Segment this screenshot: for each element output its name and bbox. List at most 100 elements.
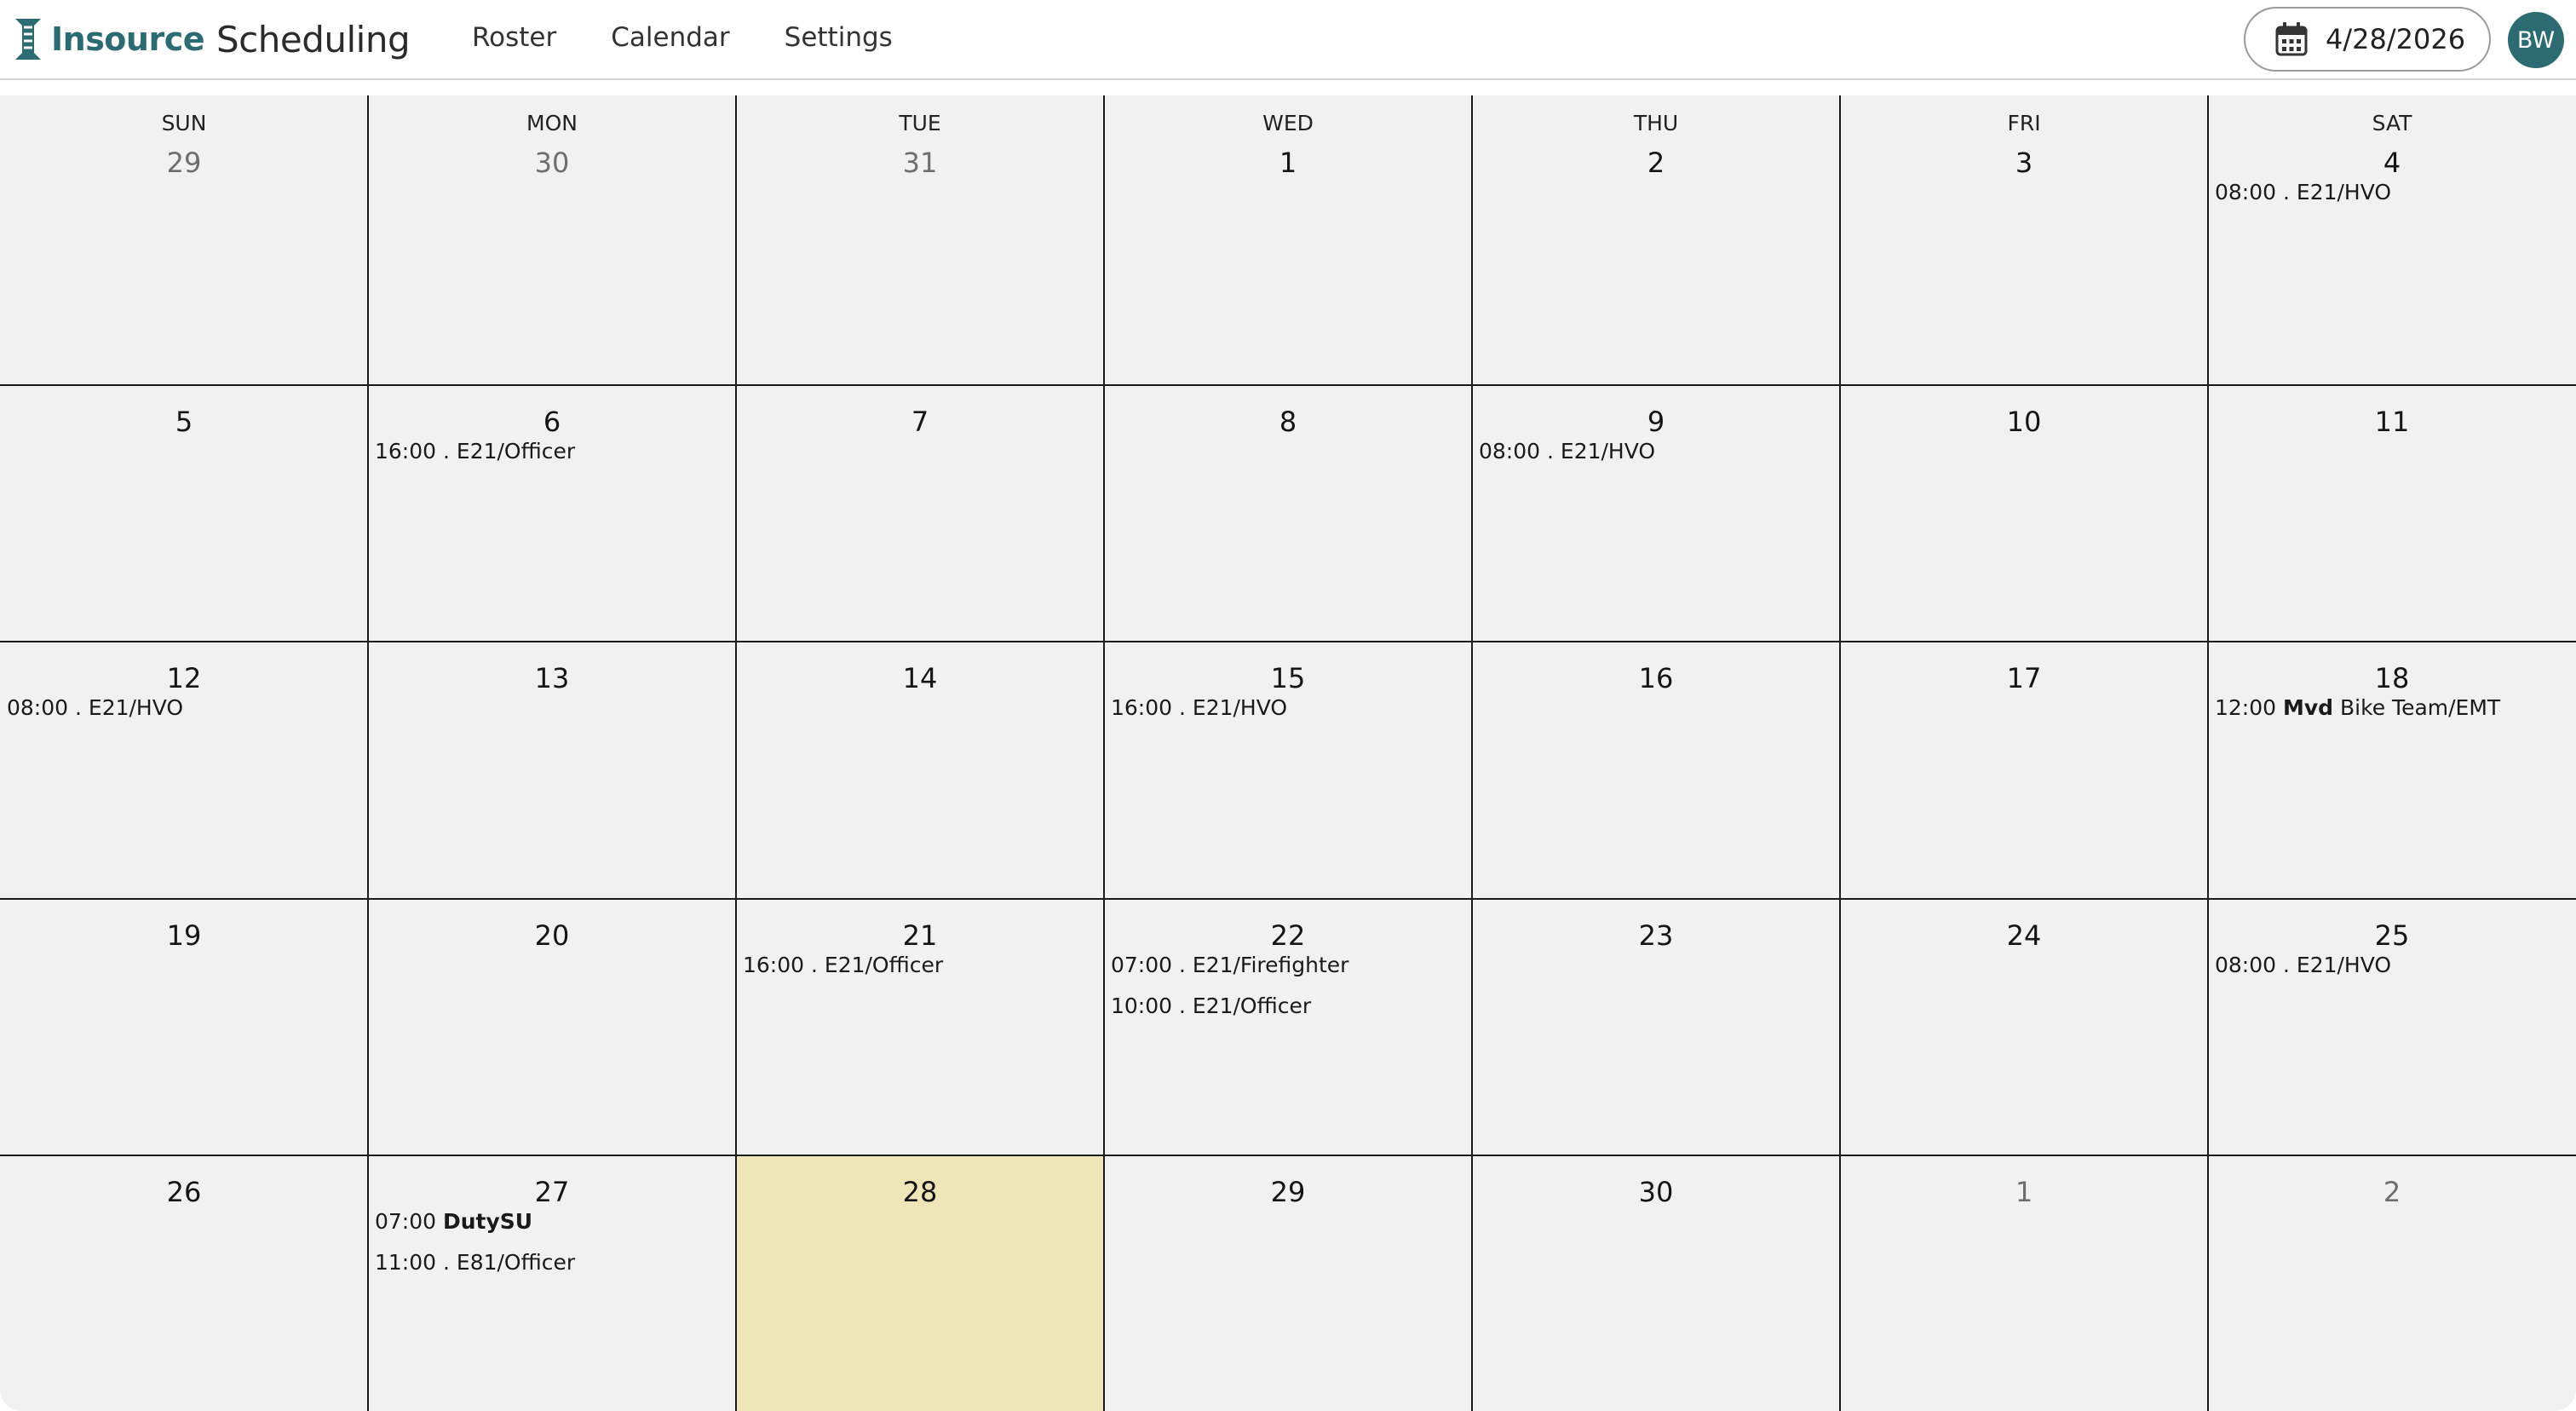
event-label: . E21/HVO: [2283, 180, 2392, 204]
calendar-day[interactable]: 21 16:00 . E21/Officer: [736, 899, 1104, 1155]
grid-row-divider: [0, 641, 2576, 642]
month-calendar: SUN 29 MON 30 TUE 31 WED 1 THU 2 FRI 3 SAT 4 08:00 . E…: [0, 95, 2576, 1411]
day-number: 3: [2015, 147, 2033, 179]
calendar-day[interactable]: MON 30: [368, 95, 736, 385]
event-list: 12:00 Mvd Bike Team/EMT: [2215, 688, 2571, 729]
app-logo[interactable]: Insource Scheduling: [12, 15, 411, 63]
nav-settings[interactable]: Settings: [785, 22, 893, 53]
date-picker-button[interactable]: 4/28/2026: [2244, 7, 2491, 72]
brand-name-bold: Insource: [51, 20, 205, 58]
calendar-day[interactable]: 22 07:00 . E21/Firefighter 10:00 . E21/Off…: [1104, 899, 1472, 1155]
calendar-day[interactable]: 8: [1104, 385, 1472, 642]
user-avatar[interactable]: BW: [2508, 12, 2564, 68]
event-label: . E21/Officer: [811, 953, 944, 977]
event-list: 16:00 . E21/Officer: [743, 945, 1099, 986]
event-time: 16:00: [1111, 695, 1173, 720]
weekday-header: FRI: [2007, 111, 2041, 135]
calendar-day[interactable]: 20: [368, 899, 736, 1155]
shift-event[interactable]: 08:00 . E21/HVO: [1479, 431, 1835, 472]
calendar-day[interactable]: 26: [0, 1155, 368, 1411]
grid-row-divider: [0, 898, 2576, 900]
event-time: 12:00: [2215, 695, 2277, 720]
calendar-day[interactable]: 30: [1472, 1155, 1840, 1411]
shift-event[interactable]: 07:00 DutySU: [375, 1201, 731, 1242]
event-list: 16:00 . E21/Officer: [375, 431, 731, 472]
shift-event[interactable]: 08:00 . E21/HVO: [2215, 945, 2571, 986]
event-label: . E21/HVO: [1547, 439, 1656, 464]
shift-event[interactable]: 08:00 . E21/HVO: [7, 688, 363, 729]
calendar-day[interactable]: 25 08:00 . E21/HVO: [2208, 899, 2576, 1155]
shift-event[interactable]: 08:00 . E21/HVO: [2215, 172, 2571, 213]
calendar-day[interactable]: FRI 3: [1840, 95, 2208, 385]
event-time: 08:00: [7, 695, 69, 720]
shift-event[interactable]: 16:00 . E21/Officer: [743, 945, 1099, 986]
day-number: 23: [1638, 919, 1674, 952]
day-number: 5: [175, 406, 193, 438]
brand-name-light: Scheduling: [216, 18, 411, 60]
day-number: 10: [2006, 406, 2042, 438]
calendar-day[interactable]: 1: [1840, 1155, 2208, 1411]
day-number: 2: [2383, 1176, 2401, 1208]
day-number: 17: [2006, 662, 2042, 694]
day-number: 24: [2006, 919, 2042, 952]
day-number: 31: [902, 147, 938, 179]
event-time: 16:00: [743, 953, 805, 977]
event-label: . E21/HVO: [2283, 953, 2392, 977]
calendar-day[interactable]: 13: [368, 642, 736, 899]
event-list: 07:00 . E21/Firefighter 10:00 . E21/Offic…: [1111, 945, 1467, 1027]
day-number: 30: [534, 147, 570, 179]
calendar-day[interactable]: 10: [1840, 385, 2208, 642]
calendar-day[interactable]: 19: [0, 899, 368, 1155]
calendar-day[interactable]: 11: [2208, 385, 2576, 642]
day-number: 1: [2015, 1176, 2033, 1208]
event-list: 07:00 DutySU 11:00 . E81/Officer: [375, 1201, 731, 1283]
calendar-day[interactable]: 14: [736, 642, 1104, 899]
calendar-day-today[interactable]: 28: [736, 1155, 1104, 1411]
calendar-day[interactable]: TUE 31: [736, 95, 1104, 385]
day-number: 13: [534, 662, 570, 694]
calendar-day[interactable]: 27 07:00 DutySU 11:00 . E81/Officer: [368, 1155, 736, 1411]
event-label: . E21/Firefighter: [1179, 953, 1349, 977]
logo-icon: [15, 19, 41, 60]
shift-event[interactable]: 07:00 . E21/Firefighter: [1111, 945, 1467, 986]
event-label: . E81/Officer: [443, 1250, 576, 1275]
shift-event[interactable]: 16:00 . E21/HVO: [1111, 688, 1467, 729]
weekday-header: SUN: [161, 111, 207, 135]
calendar-day[interactable]: SUN 29: [0, 95, 368, 385]
weekday-header: THU: [1633, 111, 1679, 135]
nav-roster[interactable]: Roster: [472, 22, 556, 53]
calendar-day[interactable]: 12 08:00 . E21/HVO: [0, 642, 368, 899]
calendar-day[interactable]: 17: [1840, 642, 2208, 899]
event-time: 07:00: [375, 1209, 437, 1234]
shift-event[interactable]: 16:00 . E21/Officer: [375, 431, 731, 472]
shift-event[interactable]: 11:00 . E81/Officer: [375, 1242, 731, 1283]
main-nav: Roster Calendar Settings: [472, 22, 893, 53]
calendar-day[interactable]: 29: [1104, 1155, 1472, 1411]
day-number: 14: [902, 662, 938, 694]
calendar-day[interactable]: WED 1: [1104, 95, 1472, 385]
calendar-day[interactable]: 9 08:00 . E21/HVO: [1472, 385, 1840, 642]
calendar-day[interactable]: 7: [736, 385, 1104, 642]
day-number: 8: [1279, 406, 1297, 438]
calendar-day[interactable]: 16: [1472, 642, 1840, 899]
calendar-day[interactable]: 24: [1840, 899, 2208, 1155]
calendar-day[interactable]: 2: [2208, 1155, 2576, 1411]
event-list: 08:00 . E21/HVO: [1479, 431, 1835, 472]
shift-event[interactable]: 12:00 Mvd Bike Team/EMT: [2215, 688, 2571, 729]
calendar-day[interactable]: 5: [0, 385, 368, 642]
calendar-day[interactable]: 15 16:00 . E21/HVO: [1104, 642, 1472, 899]
calendar-day[interactable]: THU 2: [1472, 95, 1840, 385]
event-time: 16:00: [375, 439, 437, 464]
weekday-header: SAT: [2372, 111, 2412, 135]
grid-row-divider: [0, 384, 2576, 386]
calendar-day[interactable]: SAT 4 08:00 . E21/HVO: [2208, 95, 2576, 385]
grid-column-divider: [1839, 95, 1841, 1411]
shift-event[interactable]: 10:00 . E21/Officer: [1111, 986, 1467, 1027]
grid-column-divider: [2207, 95, 2209, 1411]
event-label: Bike Team/EMT: [2340, 695, 2501, 720]
nav-calendar[interactable]: Calendar: [611, 22, 729, 53]
weekday-header: TUE: [899, 111, 941, 135]
calendar-day[interactable]: 23: [1472, 899, 1840, 1155]
calendar-day[interactable]: 6 16:00 . E21/Officer: [368, 385, 736, 642]
calendar-day[interactable]: 18 12:00 Mvd Bike Team/EMT: [2208, 642, 2576, 899]
